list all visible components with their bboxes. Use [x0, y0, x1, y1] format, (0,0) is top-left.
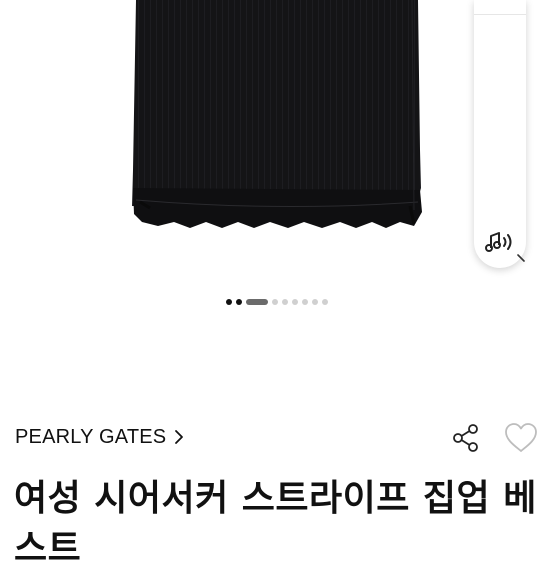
chevron-icon[interactable] — [515, 250, 531, 266]
panel-divider — [474, 14, 526, 15]
carousel-dot[interactable] — [321, 299, 328, 305]
carousel-dot[interactable] — [271, 299, 278, 305]
chevron-right-icon — [175, 430, 184, 444]
vest-photo — [132, 0, 422, 228]
floating-side-panel — [474, 0, 526, 268]
carousel-dot[interactable] — [281, 299, 288, 305]
brand-name[interactable]: PEARLY GATES — [15, 426, 166, 449]
carousel-dot[interactable] — [235, 299, 242, 305]
product-title: 여성 시어서커 스트라이프 집업 베스트 — [14, 478, 537, 569]
carousel-pagination — [0, 296, 553, 308]
share-icon — [453, 424, 478, 452]
carousel-dot[interactable] — [291, 299, 298, 305]
brand-link[interactable]: PEARLY GATES — [15, 424, 184, 450]
product-image[interactable] — [0, 0, 553, 290]
carousel-dot[interactable] — [301, 299, 308, 305]
carousel-dot-active[interactable] — [245, 299, 268, 305]
share-button[interactable] — [450, 422, 482, 454]
carousel-dot[interactable] — [311, 299, 318, 305]
carousel-dot[interactable] — [225, 299, 232, 305]
audio-speaker-icon — [485, 232, 512, 252]
audio-button[interactable] — [482, 226, 518, 260]
favorite-button[interactable] — [503, 420, 539, 456]
heart-outline-icon — [505, 423, 537, 452]
